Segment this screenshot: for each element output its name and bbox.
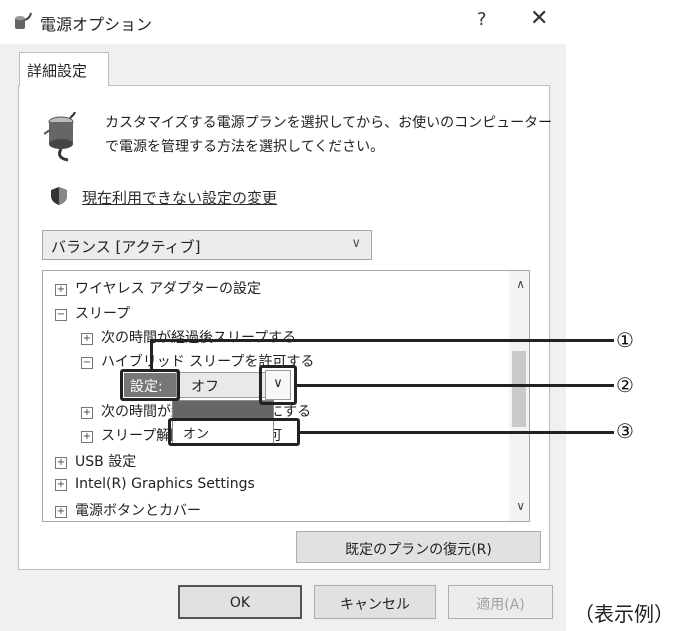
window-title: 電源オプション	[40, 15, 153, 34]
dropdown-selected-row[interactable]	[173, 401, 273, 419]
scrollbar-thumb[interactable]	[512, 351, 526, 427]
callout-2: ②	[616, 373, 634, 397]
collapse-icon[interactable]: −	[81, 357, 93, 369]
change-unavailable-settings-link[interactable]: 現在利用できない設定の変更	[82, 187, 277, 208]
description-line-2: で電源を管理する方法を選択してください。	[105, 139, 385, 155]
tree-item-sleep-after[interactable]: + 次の時間が経過後スリープする	[81, 327, 296, 347]
power-options-dialog: 電源オプション ? ✕ 詳細設定 カスタマイズする電源プランを選択してから、お使…	[0, 0, 566, 631]
ok-button[interactable]: OK	[178, 585, 302, 619]
highlight-option-on	[168, 418, 300, 446]
expand-icon[interactable]: +	[55, 506, 67, 518]
tree-item-label: スリープ	[75, 306, 131, 322]
leader-line-3	[300, 431, 614, 434]
tree-item-label: Intel(R) Graphics Settings	[75, 476, 255, 492]
tree-item-intel-graphics[interactable]: + Intel(R) Graphics Settings	[55, 476, 255, 492]
tree-item-label: ワイヤレス アダプターの設定	[75, 281, 262, 297]
highlight-setting-label	[120, 369, 180, 401]
tree-item-label: USB 設定	[75, 454, 137, 470]
help-button[interactable]: ?	[477, 9, 487, 30]
tab-advanced-settings[interactable]: 詳細設定	[19, 52, 109, 86]
restore-defaults-button[interactable]: 既定のプランの復元(R)	[296, 531, 541, 563]
tree-item-label: 電源ボタンとカバー	[75, 503, 201, 519]
tree-item-sleep[interactable]: − スリープ	[55, 303, 130, 323]
tree-item-usb[interactable]: + USB 設定	[55, 451, 136, 471]
tree-item-power-buttons[interactable]: + 電源ボタンとカバー	[55, 500, 201, 520]
power-plug-icon	[44, 112, 76, 162]
close-button[interactable]: ✕	[530, 6, 548, 31]
example-caption: （表示例）	[574, 602, 674, 626]
expand-icon[interactable]: +	[81, 333, 93, 345]
title-bar: 電源オプション ? ✕	[0, 0, 566, 44]
leader-line-1	[150, 339, 614, 342]
collapse-icon[interactable]: −	[55, 309, 67, 321]
expand-icon[interactable]: +	[55, 479, 67, 491]
callout-1: ①	[616, 328, 634, 352]
expand-icon[interactable]: +	[55, 284, 67, 296]
cancel-button[interactable]: キャンセル	[314, 585, 436, 619]
expand-icon[interactable]: +	[81, 407, 93, 419]
scrollbar[interactable]: ∧ ∨	[509, 271, 529, 521]
power-plan-value: バランス [アクティブ]	[51, 238, 201, 256]
shield-icon	[51, 187, 67, 205]
expand-icon[interactable]: +	[81, 431, 93, 443]
tree-item-wireless[interactable]: + ワイヤレス アダプターの設定	[55, 278, 261, 298]
leader-line-2	[297, 384, 614, 387]
power-plan-select[interactable]: バランス [アクティブ] ∨	[42, 230, 372, 260]
leader-line-1-drop	[150, 339, 153, 370]
tree-item-label: 次の時間が経過後スリープする	[101, 330, 297, 346]
apply-button[interactable]: 適用(A)	[448, 585, 553, 619]
tab-label: 詳細設定	[27, 62, 88, 80]
scroll-down-icon[interactable]: ∨	[516, 499, 525, 513]
power-options-icon	[15, 12, 32, 29]
callout-3: ③	[616, 419, 634, 443]
highlight-dropdown-button	[259, 365, 297, 405]
setting-value-select[interactable]: オフ	[176, 372, 272, 398]
scroll-up-icon[interactable]: ∧	[516, 277, 525, 291]
expand-icon[interactable]: +	[55, 457, 67, 469]
description-line-1: カスタマイズする電源プランを選択してから、お使いのコンピューター	[105, 115, 553, 131]
chevron-down-icon: ∨	[351, 236, 361, 251]
